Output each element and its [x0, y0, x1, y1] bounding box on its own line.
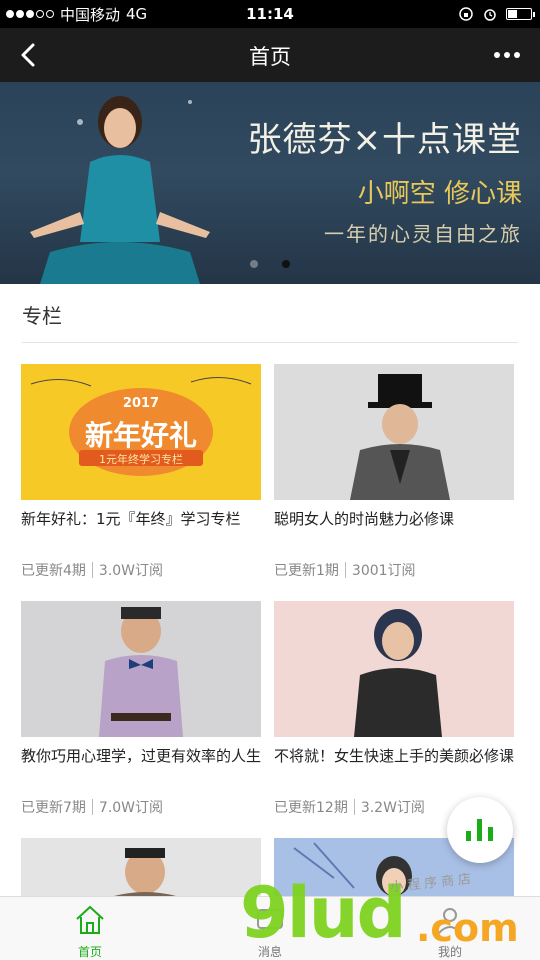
card-thumbnail — [21, 838, 261, 896]
card-meta: 已更新7期 7.0W订阅 — [21, 797, 261, 817]
card-subscriptions: 3.0W订阅 — [98, 563, 164, 579]
card-updates: 已更新4期 — [21, 563, 86, 579]
card-title: 不将就！女生快速上手的美颜必修课 — [274, 747, 514, 765]
user-icon — [438, 908, 462, 934]
man-bowtie-image — [99, 607, 183, 737]
card-thumbnail — [274, 364, 514, 500]
card-updates: 已更新1期 — [274, 563, 339, 579]
tab-messages[interactable]: 消息 — [230, 903, 310, 960]
card-subscriptions: 7.0W订阅 — [98, 800, 164, 816]
card-meta: 已更新1期 3001订阅 — [274, 560, 514, 580]
tab-label: 我的 — [437, 945, 462, 959]
tab-bar: 首页 消息 我的 — [0, 896, 540, 960]
tab-home[interactable]: 首页 — [50, 903, 130, 960]
card-subscriptions: 3001订阅 — [351, 563, 416, 579]
banner-subtitle: 小啊空 修心课 — [357, 179, 522, 209]
card-updates: 已更新12期 — [274, 800, 348, 816]
section-title: 专栏 — [22, 304, 62, 328]
card-updates: 已更新7期 — [21, 800, 86, 816]
battery-icon — [506, 8, 535, 20]
message-icon — [257, 909, 283, 929]
card-thumbnail — [274, 601, 514, 737]
banner-person-image — [30, 96, 210, 284]
meta-separator — [91, 799, 93, 815]
woman-portrait-image — [354, 609, 442, 737]
hero-banner[interactable]: 张德芬×十点课堂 小啊空 修心课 一年的心灵自由之旅 — [0, 82, 540, 284]
column-card[interactable]: 不将就！女生快速上手的美颜必修课 已更新12期 3.2W订阅 — [274, 601, 514, 817]
alarm-icon — [484, 9, 496, 21]
card-subscriptions: 3.2W订阅 — [360, 800, 425, 816]
column-card[interactable] — [21, 838, 261, 896]
thumb-year: 2017 — [122, 396, 160, 411]
status-right — [458, 6, 535, 22]
nav-bar: 首页 — [0, 28, 540, 82]
tab-profile[interactable]: 我的 — [410, 903, 490, 960]
banner-pagination — [250, 260, 290, 268]
card-thumbnail — [21, 601, 261, 737]
status-bar: 中国移动 4G 11:14 — [0, 0, 540, 28]
man-smiling-image — [114, 848, 176, 896]
thumb-subtitle: 1元年终学习专栏 — [99, 453, 183, 466]
tab-label: 消息 — [257, 945, 282, 959]
banner-text: 张德芬×十点课堂 小啊空 修心课 一年的心灵自由之旅 — [248, 112, 523, 247]
meta-separator — [353, 799, 355, 815]
card-title: 新年好礼：1元『年终』学习专栏 — [21, 510, 241, 528]
column-card[interactable]: 教你巧用心理学，过更有效率的人生 已更新7期 7.0W订阅 — [21, 601, 261, 817]
thumb-title: 新年好礼 — [84, 419, 197, 452]
meta-separator — [344, 562, 346, 578]
pagination-dot-active[interactable] — [282, 260, 290, 268]
stats-fab-button[interactable] — [447, 797, 513, 863]
card-meta: 已更新4期 3.0W订阅 — [21, 560, 261, 580]
more-icon[interactable] — [494, 52, 520, 58]
section-divider — [22, 342, 518, 343]
rotation-lock-icon — [459, 7, 473, 21]
tab-label: 首页 — [77, 945, 102, 959]
meta-separator — [91, 562, 93, 578]
column-card[interactable]: 2017 新年好礼 1元年终学习专栏 新年好礼：1元『年终』学习专栏 已更新4期… — [21, 364, 261, 580]
bar-chart-icon — [466, 819, 493, 841]
card-thumbnail: 2017 新年好礼 1元年终学习专栏 — [21, 364, 261, 500]
man-top-hat-image — [350, 374, 450, 500]
banner-tagline: 一年的心灵自由之旅 — [324, 222, 522, 246]
pagination-dot[interactable] — [250, 260, 258, 268]
home-icon — [76, 905, 104, 934]
banner-title: 张德芬×十点课堂 — [247, 120, 522, 160]
card-title: 聪明女人的时尚魅力必修课 — [274, 510, 455, 528]
column-card[interactable]: 聪明女人的时尚魅力必修课 已更新1期 3001订阅 — [274, 364, 514, 580]
card-title: 教你巧用心理学，过更有效率的人生 — [21, 747, 261, 765]
page-title: 首页 — [249, 45, 291, 69]
